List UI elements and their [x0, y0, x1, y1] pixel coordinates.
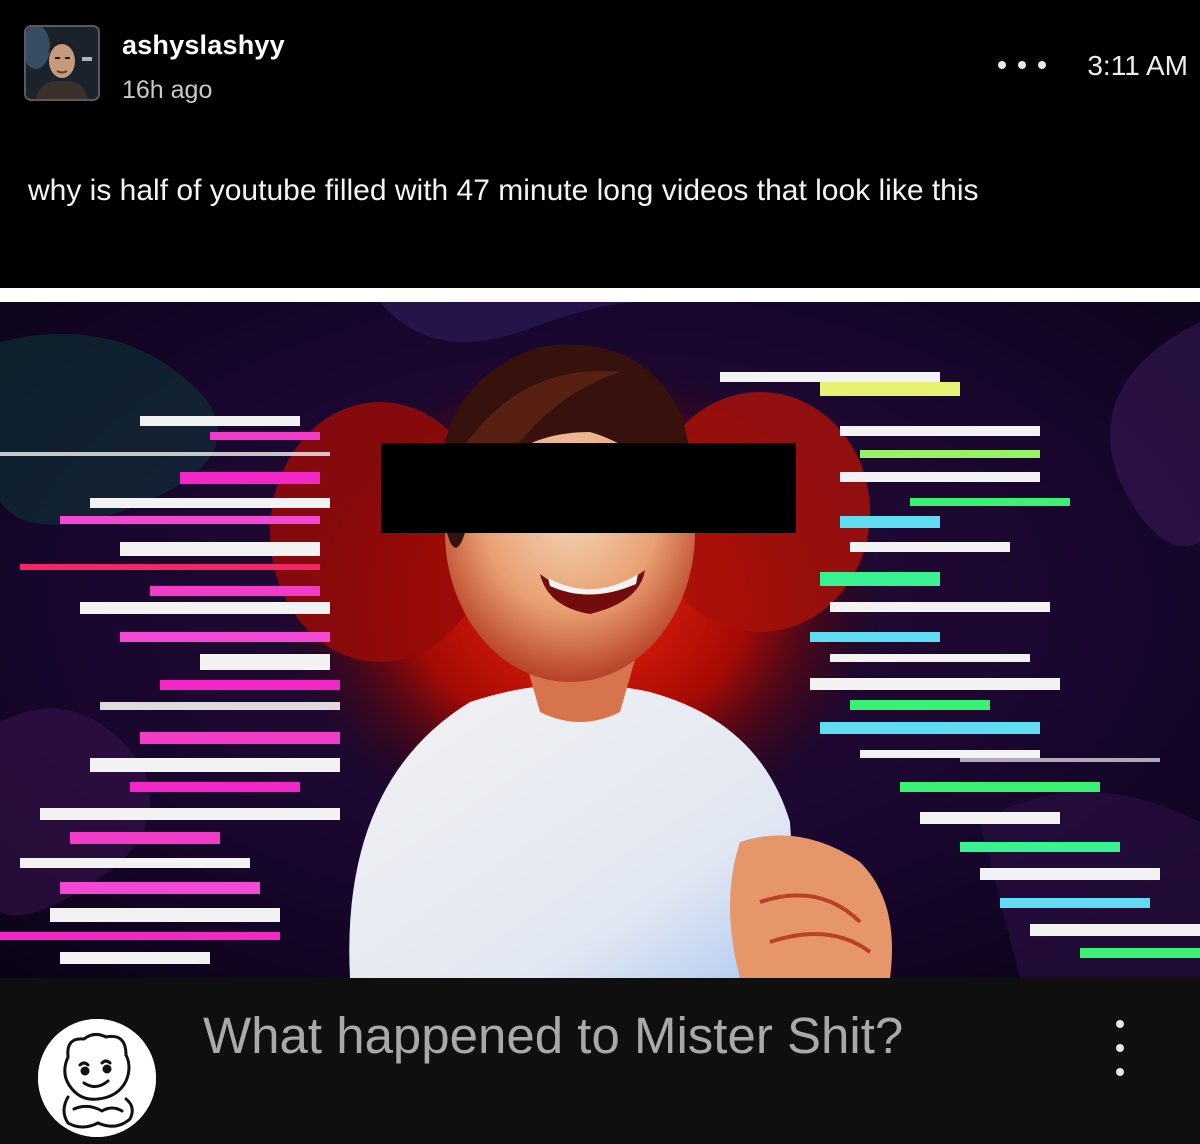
post-body-text: why is half of youtube filled with 47 mi…: [28, 174, 979, 207]
post-username[interactable]: ashyslashyy: [122, 30, 285, 61]
post-timestamp: 16h ago: [122, 76, 213, 104]
divider: [0, 288, 1200, 302]
more-horizontal-icon[interactable]: [998, 56, 1046, 74]
tumblr-post: ashyslashyy 16h ago 3:11 AM why is half …: [0, 0, 1200, 288]
video-thumbnail[interactable]: [0, 302, 1200, 978]
more-vertical-icon[interactable]: [1108, 1020, 1132, 1076]
status-clock: 3:11 AM: [1087, 50, 1188, 81]
profile-photo-icon[interactable]: [24, 25, 100, 101]
video-title[interactable]: What happened to Mister Shit?: [203, 1006, 903, 1065]
cartoon-character-icon[interactable]: [38, 1019, 156, 1137]
